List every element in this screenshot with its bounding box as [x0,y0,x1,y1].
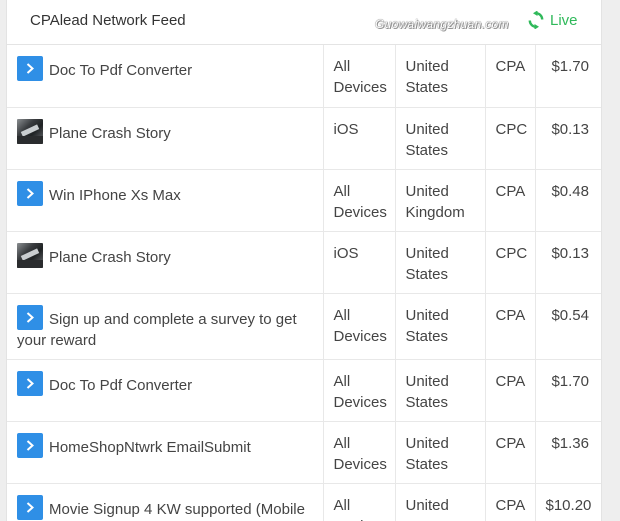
offer-type: CPA [485,169,536,232]
offer-device: All Devices [323,169,396,232]
offer-name-cell: Sign up and complete a survey to get you… [7,293,324,360]
offer-name-cell: HomeShopNtwrk EmailSubmit [7,421,324,484]
offer-device: All Devices [323,483,396,521]
offer-name[interactable]: Movie Signup 4 KW supported (Mobile & [17,501,305,521]
offer-payout: $0.13 [535,107,601,170]
offer-row[interactable]: HomeShopNtwrk EmailSubmit All Devices Unit… [7,421,601,484]
offer-name-cell: Movie Signup 4 KW supported (Mobile & [7,483,324,521]
open-offer-button[interactable] [17,370,43,396]
offer-payout: $0.54 [535,293,601,360]
offer-country: United States [395,293,486,360]
open-offer-button[interactable] [17,56,43,81]
refresh-icon [528,11,544,29]
offer-type: CPC [485,107,536,170]
offer-name[interactable]: Win IPhone Xs Max [49,187,181,204]
offer-country: United States [395,107,486,170]
offer-table: Doc To Pdf Converter All Devices United St… [7,45,601,521]
offer-row[interactable]: Doc To Pdf Converter All Devices United St… [7,359,601,422]
chevron-right-icon [26,439,34,451]
open-offer-button[interactable] [17,432,43,458]
offer-name-cell: Plane Crash Story [7,107,324,170]
offer-country: United States [395,359,486,422]
offer-name[interactable]: Doc To Pdf Converter [49,377,192,394]
offer-device: All Devices [323,45,396,108]
offer-name[interactable]: Plane Crash Story [49,249,171,266]
offer-device: iOS [323,231,396,294]
feed-title: CPAlead Network Feed [30,12,186,29]
offer-country: United States [395,45,486,108]
open-offer-button[interactable] [17,494,43,520]
offer-payout: $10.20 [535,483,601,521]
live-label: Live [550,11,578,29]
offer-type: CPA [485,293,536,360]
offer-row[interactable]: Plane Crash Story iOS United States CPC $0.1… [7,231,601,294]
offer-name-cell: Plane Crash Story [7,231,324,294]
offer-country: United States [395,483,486,521]
chevron-right-icon [26,501,34,513]
chevron-right-icon [26,377,34,389]
offer-name[interactable]: Doc To Pdf Converter [49,62,192,79]
offer-country: United States [395,421,486,484]
watermark: Guowaiwangzhuan.com [375,17,509,31]
offer-device: All Devices [323,293,396,360]
offer-type: CPA [485,359,536,422]
offer-name-cell: Doc To Pdf Converter [7,45,324,108]
offer-row[interactable]: Doc To Pdf Converter All Devices United St… [7,45,601,108]
open-offer-button[interactable] [17,304,43,330]
offer-device: All Devices [323,359,396,422]
offer-name-cell: Doc To Pdf Converter [7,359,324,422]
offer-payout: $0.13 [535,231,601,294]
chevron-right-icon [26,63,34,74]
offer-name-cell: Win IPhone Xs Max [7,169,324,232]
offer-name[interactable]: HomeShopNtwrk EmailSubmit [49,439,251,456]
offer-row[interactable]: Win IPhone Xs Max All Devices United Kingd… [7,169,601,232]
offer-name[interactable]: Sign up and complete a survey to get you… [17,311,297,349]
feed-panel: CPAlead Network Feed Guowaiwangzhuan.com… [6,0,602,521]
live-indicator[interactable]: Live [528,11,578,29]
offer-payout: $1.36 [535,421,601,484]
offer-type: CPA [485,421,536,484]
offer-type: CPA [485,45,536,108]
offer-thumbnail-icon[interactable] [17,242,43,268]
chevron-right-icon [26,311,34,323]
offer-thumbnail-icon[interactable] [17,118,43,144]
offer-payout: $1.70 [535,359,601,422]
chevron-right-icon [26,187,34,199]
offer-country: United Kingdom [395,169,486,232]
offer-name[interactable]: Plane Crash Story [49,125,171,142]
open-offer-button[interactable] [17,180,43,206]
offer-country: United States [395,231,486,294]
offer-row[interactable]: Movie Signup 4 KW supported (Mobile & All… [7,483,601,521]
offer-payout: $0.48 [535,169,601,232]
offer-list: Doc To Pdf Converter All Devices United St… [7,45,601,521]
offer-payout: $1.70 [535,45,601,108]
offer-type: CPA [485,483,536,521]
offer-row[interactable]: Plane Crash Story iOS United States CPC $0.1… [7,107,601,170]
offer-device: All Devices [323,421,396,484]
offer-type: CPC [485,231,536,294]
offer-device: iOS [323,107,396,170]
offer-row[interactable]: Sign up and complete a survey to get you… [7,293,601,360]
feed-header: CPAlead Network Feed Guowaiwangzhuan.com… [7,0,601,45]
